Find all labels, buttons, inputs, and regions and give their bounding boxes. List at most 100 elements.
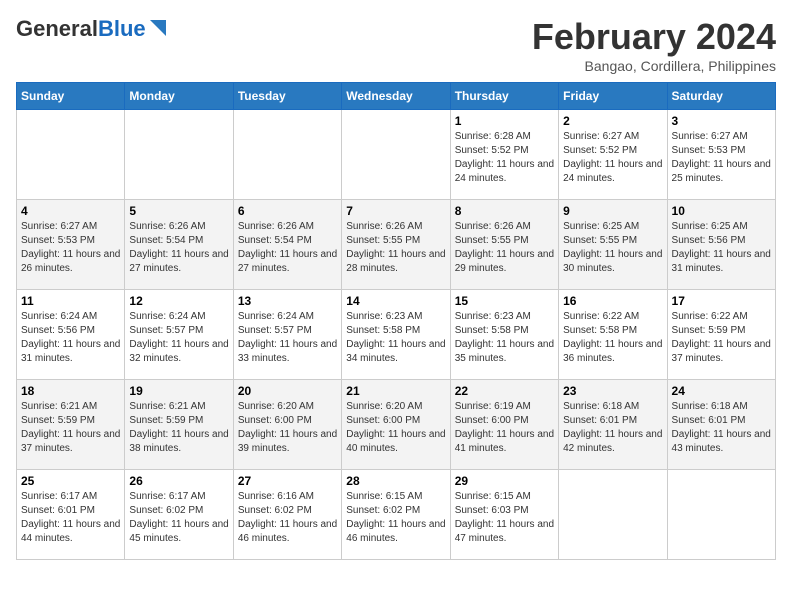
calendar-cell: 28 Sunrise: 6:15 AM Sunset: 6:02 PM Dayli… <box>342 470 450 560</box>
calendar-cell: 22 Sunrise: 6:19 AM Sunset: 6:00 PM Dayli… <box>450 380 558 470</box>
day-info: Sunrise: 6:25 AM Sunset: 5:55 PM Dayligh… <box>563 220 662 276</box>
day-number: 14 <box>346 294 445 308</box>
calendar-week-row: 4 Sunrise: 6:27 AM Sunset: 5:53 PM Daylig… <box>17 200 776 290</box>
day-info: Sunrise: 6:26 AM Sunset: 5:55 PM Dayligh… <box>455 220 554 276</box>
day-number: 10 <box>672 204 771 218</box>
day-info: Sunrise: 6:26 AM Sunset: 5:55 PM Dayligh… <box>346 220 445 276</box>
day-number: 1 <box>455 114 554 128</box>
calendar-cell: 1 Sunrise: 6:28 AM Sunset: 5:52 PM Daylig… <box>450 110 558 200</box>
day-number: 21 <box>346 384 445 398</box>
day-info: Sunrise: 6:18 AM Sunset: 6:01 PM Dayligh… <box>672 400 771 456</box>
day-info: Sunrise: 6:27 AM Sunset: 5:53 PM Dayligh… <box>21 220 120 276</box>
location: Bangao, Cordillera, Philippines <box>532 58 776 74</box>
calendar-cell: 14 Sunrise: 6:23 AM Sunset: 5:58 PM Dayli… <box>342 290 450 380</box>
day-info: Sunrise: 6:21 AM Sunset: 5:59 PM Dayligh… <box>21 400 120 456</box>
weekday-header: Sunday <box>17 83 125 110</box>
day-info: Sunrise: 6:20 AM Sunset: 6:00 PM Dayligh… <box>238 400 337 456</box>
day-info: Sunrise: 6:26 AM Sunset: 5:54 PM Dayligh… <box>129 220 228 276</box>
calendar-cell <box>17 110 125 200</box>
day-info: Sunrise: 6:25 AM Sunset: 5:56 PM Dayligh… <box>672 220 771 276</box>
day-number: 9 <box>563 204 662 218</box>
day-number: 29 <box>455 474 554 488</box>
day-info: Sunrise: 6:27 AM Sunset: 5:53 PM Dayligh… <box>672 130 771 186</box>
logo: GeneralBlue <box>16 16 168 42</box>
calendar-cell <box>559 470 667 560</box>
calendar-cell: 15 Sunrise: 6:23 AM Sunset: 5:58 PM Dayli… <box>450 290 558 380</box>
calendar-cell <box>233 110 341 200</box>
day-info: Sunrise: 6:22 AM Sunset: 5:58 PM Dayligh… <box>563 310 662 366</box>
calendar-table: SundayMondayTuesdayWednesdayThursdayFrid… <box>16 82 776 560</box>
calendar-cell: 11 Sunrise: 6:24 AM Sunset: 5:56 PM Dayli… <box>17 290 125 380</box>
day-number: 13 <box>238 294 337 308</box>
day-info: Sunrise: 6:28 AM Sunset: 5:52 PM Dayligh… <box>455 130 554 186</box>
day-number: 25 <box>21 474 120 488</box>
calendar-cell: 5 Sunrise: 6:26 AM Sunset: 5:54 PM Daylig… <box>125 200 233 290</box>
calendar-cell <box>667 470 775 560</box>
weekday-header: Friday <box>559 83 667 110</box>
day-number: 26 <box>129 474 228 488</box>
day-info: Sunrise: 6:23 AM Sunset: 5:58 PM Dayligh… <box>455 310 554 366</box>
month-year: February 2024 <box>532 16 776 58</box>
calendar-cell: 19Sunrise: 6:21 AM Sunset: 5:59 PM Dayli… <box>125 380 233 470</box>
day-info: Sunrise: 6:27 AM Sunset: 5:52 PM Dayligh… <box>563 130 662 186</box>
day-info: Sunrise: 6:17 AM Sunset: 6:01 PM Dayligh… <box>21 490 120 546</box>
calendar-cell: 24 Sunrise: 6:18 AM Sunset: 6:01 PM Dayli… <box>667 380 775 470</box>
weekday-header: Tuesday <box>233 83 341 110</box>
day-info: Sunrise: 6:16 AM Sunset: 6:02 PM Dayligh… <box>238 490 337 546</box>
weekday-header: Saturday <box>667 83 775 110</box>
calendar-cell: 8 Sunrise: 6:26 AM Sunset: 5:55 PM Daylig… <box>450 200 558 290</box>
calendar-cell: 29Sunrise: 6:15 AM Sunset: 6:03 PM Dayli… <box>450 470 558 560</box>
calendar-cell: 2 Sunrise: 6:27 AM Sunset: 5:52 PM Daylig… <box>559 110 667 200</box>
calendar-cell: 4 Sunrise: 6:27 AM Sunset: 5:53 PM Daylig… <box>17 200 125 290</box>
day-number: 12 <box>129 294 228 308</box>
day-number: 28 <box>346 474 445 488</box>
calendar-cell: 27 Sunrise: 6:16 AM Sunset: 6:02 PM Dayli… <box>233 470 341 560</box>
day-number: 2 <box>563 114 662 128</box>
day-info: Sunrise: 6:23 AM Sunset: 5:58 PM Dayligh… <box>346 310 445 366</box>
weekday-header-row: SundayMondayTuesdayWednesdayThursdayFrid… <box>17 83 776 110</box>
day-info: Sunrise: 6:26 AM Sunset: 5:54 PM Dayligh… <box>238 220 337 276</box>
day-number: 18 <box>21 384 120 398</box>
calendar-cell <box>342 110 450 200</box>
day-number: 20 <box>238 384 337 398</box>
day-info: Sunrise: 6:20 AM Sunset: 6:00 PM Dayligh… <box>346 400 445 456</box>
day-number: 6 <box>238 204 337 218</box>
calendar-cell: 20 Sunrise: 6:20 AM Sunset: 6:00 PM Dayli… <box>233 380 341 470</box>
calendar-cell: 18 Sunrise: 6:21 AM Sunset: 5:59 PM Dayli… <box>17 380 125 470</box>
day-number: 27 <box>238 474 337 488</box>
calendar-cell: 13 Sunrise: 6:24 AM Sunset: 5:57 PM Dayli… <box>233 290 341 380</box>
day-number: 15 <box>455 294 554 308</box>
day-number: 4 <box>21 204 120 218</box>
calendar-cell: 21 Sunrise: 6:20 AM Sunset: 6:00 PM Dayli… <box>342 380 450 470</box>
title-area: February 2024 Bangao, Cordillera, Philip… <box>532 16 776 74</box>
day-number: 5 <box>129 204 228 218</box>
calendar-week-row: 11 Sunrise: 6:24 AM Sunset: 5:56 PM Dayli… <box>17 290 776 380</box>
day-number: 22 <box>455 384 554 398</box>
calendar-cell: 25 Sunrise: 6:17 AM Sunset: 6:01 PM Dayli… <box>17 470 125 560</box>
calendar-week-row: 18 Sunrise: 6:21 AM Sunset: 5:59 PM Dayli… <box>17 380 776 470</box>
weekday-header: Thursday <box>450 83 558 110</box>
day-info: Sunrise: 6:24 AM Sunset: 5:56 PM Dayligh… <box>21 310 120 366</box>
day-number: 3 <box>672 114 771 128</box>
day-number: 17 <box>672 294 771 308</box>
calendar-cell: 9 Sunrise: 6:25 AM Sunset: 5:55 PM Daylig… <box>559 200 667 290</box>
calendar-cell: 12Sunrise: 6:24 AM Sunset: 5:57 PM Dayli… <box>125 290 233 380</box>
weekday-header: Wednesday <box>342 83 450 110</box>
calendar-cell: 17Sunrise: 6:22 AM Sunset: 5:59 PM Dayli… <box>667 290 775 380</box>
day-number: 24 <box>672 384 771 398</box>
day-info: Sunrise: 6:21 AM Sunset: 5:59 PM Dayligh… <box>129 400 228 456</box>
day-info: Sunrise: 6:18 AM Sunset: 6:01 PM Dayligh… <box>563 400 662 456</box>
day-number: 23 <box>563 384 662 398</box>
calendar-cell: 26 Sunrise: 6:17 AM Sunset: 6:02 PM Dayli… <box>125 470 233 560</box>
page-header: GeneralBlue February 2024 Bangao, Cordil… <box>16 16 776 74</box>
calendar-cell: 23 Sunrise: 6:18 AM Sunset: 6:01 PM Dayli… <box>559 380 667 470</box>
logo-general: GeneralBlue <box>16 16 146 42</box>
weekday-header: Monday <box>125 83 233 110</box>
calendar-cell: 16Sunrise: 6:22 AM Sunset: 5:58 PM Dayli… <box>559 290 667 380</box>
day-info: Sunrise: 6:24 AM Sunset: 5:57 PM Dayligh… <box>238 310 337 366</box>
day-info: Sunrise: 6:17 AM Sunset: 6:02 PM Dayligh… <box>129 490 228 546</box>
day-info: Sunrise: 6:15 AM Sunset: 6:02 PM Dayligh… <box>346 490 445 546</box>
day-info: Sunrise: 6:19 AM Sunset: 6:00 PM Dayligh… <box>455 400 554 456</box>
day-number: 11 <box>21 294 120 308</box>
day-number: 8 <box>455 204 554 218</box>
